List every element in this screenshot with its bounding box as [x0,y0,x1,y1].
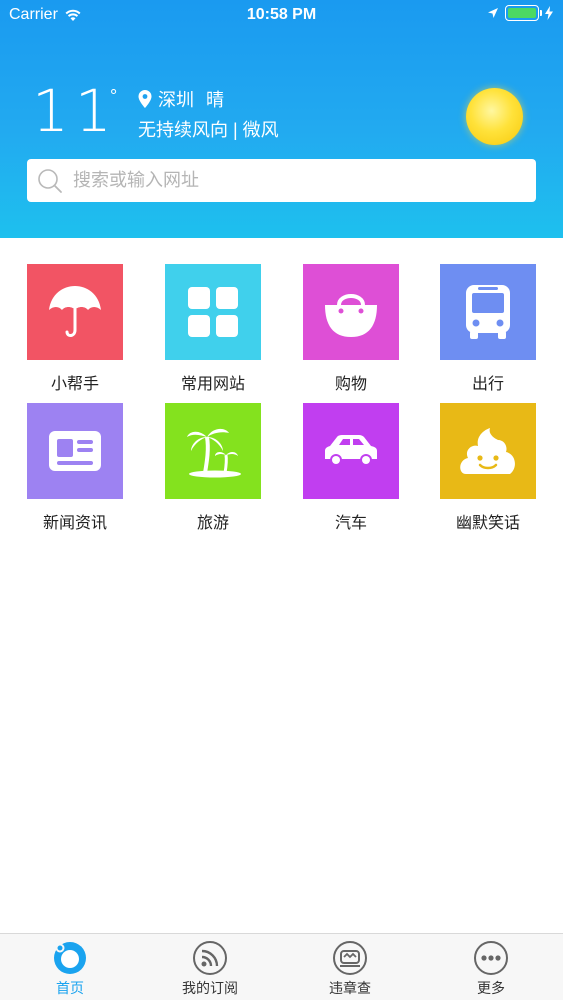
palm-tree-icon [187,428,241,478]
battery-icon [505,5,542,21]
app-tile-box [27,264,123,360]
rss-icon [193,941,227,975]
app-tile-box [440,403,536,499]
car-icon [325,435,377,466]
app-label: 常用网站 [180,376,245,393]
app-label: 出行 [471,376,504,393]
location-pin-icon [138,90,152,108]
more-icon [474,941,508,975]
app-label: 汽车 [334,515,367,532]
charging-bolt-icon [545,6,553,20]
app-label: 旅游 [196,515,229,532]
app-tile-box [303,264,399,360]
weather-condition: 晴 [206,90,224,110]
app-tile-travel-transport[interactable]: 出行 [440,264,536,394]
status-right [487,5,553,21]
status-time: 10:58 PM [246,6,317,23]
degree-symbol: ° [110,86,118,106]
app-tile-car[interactable]: 汽车 [303,403,399,533]
app-tile-news[interactable]: 新闻资讯 [27,403,123,533]
news-icon [49,431,101,471]
umbrella-icon [49,286,101,337]
tab-bar: 首页 我的订阅 违章查 更多 [0,933,563,1000]
status-bar: Carrier 10:58 PM [0,0,563,30]
weather-wind: 无持续风向 | 微风 [138,120,279,140]
tab-label: 我的订阅 [182,980,238,996]
search-input[interactable] [73,170,513,191]
battery-fill [508,8,536,18]
app-tile-box [27,403,123,499]
app-tile-box [303,403,399,499]
grid-icon [188,287,238,337]
app-tile-helper[interactable]: 小帮手 [27,264,123,394]
tab-label: 违章查 [329,980,371,996]
home-icon [54,942,86,974]
tab-violations[interactable]: 违章查 [300,940,400,998]
sun-icon[interactable] [466,88,523,145]
app-tile-box [165,264,261,360]
search-bar[interactable] [27,159,536,202]
tab-home[interactable]: 首页 [20,940,120,998]
app-tile-tourism[interactable]: 旅游 [165,403,261,533]
tab-label: 首页 [56,980,84,996]
app-label: 新闻资讯 [42,515,107,532]
app-tile-jokes[interactable]: 幽默笑话 [440,403,536,533]
bus-icon [466,285,510,339]
app-label: 小帮手 [50,376,99,393]
tab-subscriptions[interactable]: 我的订阅 [160,940,260,998]
tab-label: 更多 [477,980,505,996]
traffic-icon [333,941,367,975]
smiley-blob-icon [460,428,515,474]
app-tile-websites[interactable]: 常用网站 [165,264,261,394]
app-tile-box [440,264,536,360]
shopping-bag-icon [325,294,377,337]
app-label: 幽默笑话 [455,515,520,532]
app-label: 购物 [334,376,367,393]
search-icon [38,168,62,193]
app-tile-shopping[interactable]: 购物 [303,264,399,394]
app-tile-box [165,403,261,499]
header: Carrier 10:58 PM 11 ° 深圳 晴 无持续风向 | 微风 搜索… [0,0,563,238]
weather-city: 深圳 [158,90,194,110]
location-arrow-icon [488,8,498,18]
tab-more[interactable]: 更多 [441,940,541,998]
weather-temperature[interactable]: 11 [32,82,118,140]
weather-location[interactable]: 深圳 晴 [138,86,224,112]
